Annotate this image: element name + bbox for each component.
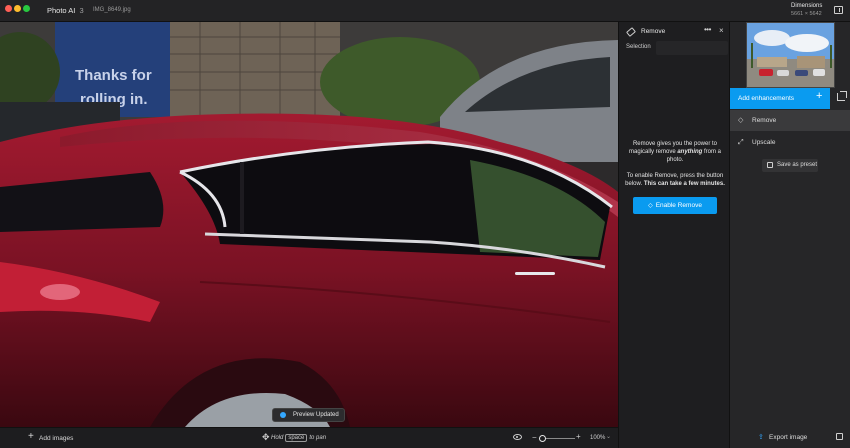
zoom-in-icon[interactable]: +: [576, 433, 581, 441]
enable-remove-label: Enable Remove: [655, 202, 702, 209]
enable-hint-bold: This can take a few minutes.: [643, 181, 725, 187]
tool-title: Remove: [641, 28, 666, 35]
chevron-down-icon[interactable]: ⌄: [606, 433, 611, 440]
remove-tool-panel: Remove ••• × Selection Remove gives you …: [618, 22, 729, 448]
add-enhancements-label: Add enhancements: [738, 95, 795, 102]
move-icon: ✥: [262, 432, 270, 442]
app-version: 3: [79, 6, 84, 15]
pan-hint-key: space: [285, 434, 308, 442]
eraser-icon: [626, 27, 636, 37]
compare-eye-icon[interactable]: [513, 434, 522, 440]
sidebar-item-label: Upscale: [752, 139, 776, 146]
bottom-toolbar: + Add images ✥ Hold space to pan − + 100% …: [0, 427, 618, 448]
sidebar-item-remove[interactable]: ◇ Remove: [730, 110, 850, 131]
eraser-icon: ◇: [738, 117, 744, 124]
selection-field[interactable]: [656, 41, 728, 55]
close-window-button[interactable]: [5, 5, 12, 12]
image-thumbnail[interactable]: [746, 22, 835, 88]
sidebar-toggle-icon[interactable]: [834, 6, 843, 14]
save-as-preset-button[interactable]: Save as preset: [762, 159, 818, 172]
photo-canvas[interactable]: Thanks for rolling in. Preview Updated: [0, 22, 618, 427]
pan-hint: Hold space to pan: [271, 434, 326, 442]
thumbnail-image: [747, 23, 834, 87]
zoom-level[interactable]: 100%: [590, 435, 605, 441]
photo-image: Thanks for rolling in.: [0, 22, 618, 427]
plus-icon: +: [816, 90, 823, 102]
dimensions-label: Dimensions: [791, 3, 823, 9]
preview-updated-toast: Preview Updated: [272, 408, 345, 422]
plus-icon[interactable]: +: [28, 432, 34, 442]
sign-text-line1: Thanks for: [75, 67, 152, 84]
zoom-slider-handle[interactable]: [539, 435, 546, 442]
close-tool-icon[interactable]: ×: [719, 26, 724, 35]
title-bar: Photo AI 3 IMG_8649.jpg Dimensions 5661 …: [0, 0, 850, 22]
minimize-window-button[interactable]: [14, 5, 21, 12]
zoom-out-icon[interactable]: −: [532, 434, 537, 442]
pan-hint-prefix: Hold: [271, 435, 284, 441]
pan-hint-suffix: to pan: [309, 435, 327, 441]
preset-icon: [767, 162, 773, 168]
app-name: Photo AI: [47, 6, 76, 15]
eraser-icon: ◇: [648, 203, 653, 209]
export-image-button[interactable]: Export image: [769, 434, 807, 441]
app-title: Photo AI 3: [47, 6, 84, 15]
enable-hint: To enable Remove, press the button below…: [625, 172, 725, 188]
info-icon: [280, 412, 286, 418]
toast-text: Preview Updated: [293, 412, 339, 418]
expand-icon: ⤢: [738, 139, 744, 146]
enable-remove-button[interactable]: ◇ Enable Remove: [633, 197, 717, 214]
maximize-window-button[interactable]: [23, 5, 30, 12]
sidebar-item-label: Remove: [752, 117, 777, 124]
file-name: IMG_8649.jpg: [93, 7, 131, 13]
description-emphasis: anything: [677, 149, 703, 155]
remove-description: Remove gives you the power to magically …: [625, 140, 725, 164]
selection-label: Selection: [626, 44, 651, 50]
save-preset-label: Save as preset: [777, 162, 818, 168]
sidebar-item-upscale[interactable]: ⤢ Upscale: [730, 132, 850, 153]
add-images-button[interactable]: Add images: [39, 435, 73, 442]
share-icon[interactable]: [836, 433, 843, 440]
add-enhancements-button[interactable]: Add enhancements +: [730, 88, 830, 109]
export-icon[interactable]: ⇪: [758, 433, 764, 441]
more-options-icon[interactable]: •••: [704, 25, 711, 34]
enhancements-sidebar: Add enhancements + ◇ Remove ⤢ Upscale Sa…: [729, 22, 850, 448]
crop-icon[interactable]: [837, 91, 847, 101]
dimensions-value: 5661 × 5642: [791, 11, 822, 17]
